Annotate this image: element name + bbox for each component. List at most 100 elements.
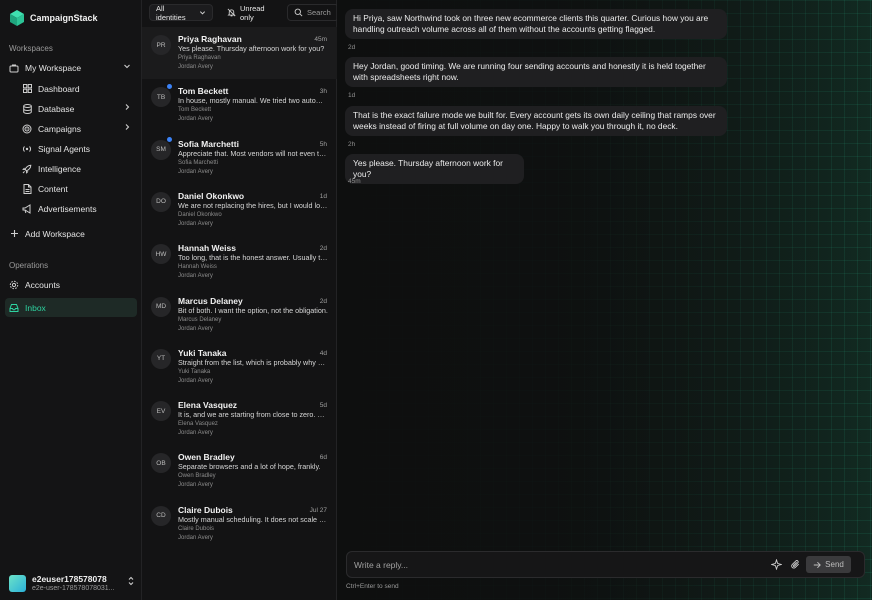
signal-icon [22, 144, 32, 154]
owner-label: Jordan Avery [178, 325, 213, 332]
sidebar-item-label: Database [38, 103, 75, 114]
target-icon [22, 124, 32, 134]
conversation-item[interactable]: DO Daniel Okonkwo 1d We are not replacing t… [142, 184, 337, 236]
message-preview: Separate browsers and a lot of hope, fra… [178, 462, 321, 472]
contact-avatar: DO [151, 191, 171, 212]
arrow-right-icon [813, 561, 822, 569]
identities-label: All identities [156, 3, 186, 22]
contact-label: Sofia Marchetti [178, 159, 219, 166]
chevron-down-icon [123, 62, 131, 70]
avatar [9, 574, 26, 592]
conversation-item[interactable]: MD Marcus Delaney 2d Bit of both. I want th… [142, 289, 337, 341]
message-bubble: Yes please. Thursday afternoon work for … [345, 154, 524, 184]
chevron-right-icon [123, 123, 131, 131]
app-name: CampaignStack [30, 13, 98, 23]
owner-label: Jordan Avery [178, 273, 213, 280]
plus-icon [9, 229, 19, 239]
search-box[interactable]: Search [287, 4, 339, 21]
contact-name: Marcus Delaney [178, 295, 243, 306]
sidebar-item-database[interactable]: Database [18, 99, 136, 118]
filter-bar: All identities Unread only Search [142, 0, 339, 27]
unread-only-toggle[interactable]: Unread only [221, 3, 281, 22]
user-email: e2e-user-178578078031... [32, 584, 115, 592]
contact-avatar: HW [151, 244, 171, 265]
sidebar-item-signal-agents[interactable]: Signal Agents [18, 139, 136, 158]
conversation-item[interactable]: YT Yuki Tanaka 4d Straight from the list, w… [142, 341, 337, 393]
contact-name: Claire Dubois [178, 504, 233, 515]
contact-label: Yuki Tanaka [178, 368, 211, 375]
sidebar-item-label: Advertisements [38, 203, 97, 214]
contact-name: Elena Vasquez [178, 400, 238, 411]
conversation-item[interactable]: SM Sofia Marchetti 5h Appreciate that. Most… [142, 132, 337, 184]
grid-icon [22, 84, 32, 94]
chat-pane: Hi Priya, saw Northwind took on three ne… [337, 0, 872, 600]
send-button[interactable]: Send [806, 556, 851, 573]
contact-avatar: PR [151, 35, 171, 55]
sidebar-item-dashboard[interactable]: Dashboard [18, 79, 136, 98]
sidebar-item-label: Dashboard [38, 83, 80, 94]
conversation-time: 2d [319, 245, 327, 253]
send-shortcut-hint: Ctrl+Enter to send [346, 583, 399, 590]
sidebar-item-accounts[interactable]: Accounts [5, 275, 137, 294]
sidebar-item-label: Intelligence [38, 163, 82, 174]
sidebar-item-campaigns[interactable]: Campaigns [18, 119, 136, 138]
sidebar-item-advertisements[interactable]: Advertisements [18, 199, 136, 218]
user-menu[interactable]: e2euser178578078 e2e-user-178578078031..… [9, 572, 135, 594]
brand[interactable]: CampaignStack [10, 9, 98, 27]
conversation-item[interactable]: TB Tom Beckett 3h In house, mostly manual. … [142, 79, 337, 131]
paperclip-icon[interactable] [790, 559, 802, 571]
sparkle-icon[interactable] [771, 559, 783, 571]
message-preview: Appreciate that. Most vendors will not e… [178, 148, 328, 158]
database-icon [22, 103, 32, 114]
chevron-down-icon [199, 9, 206, 16]
sidebar-item-label: Inbox [25, 302, 46, 313]
contact-label: Daniel Okonkwo [178, 211, 222, 218]
sidebar-item-label: Accounts [25, 279, 60, 290]
message-preview: In house, mostly manual. We tried two au… [178, 96, 328, 106]
megaphone-icon [22, 203, 32, 214]
sidebar-item-inbox[interactable]: Inbox [5, 298, 137, 317]
conversation-item[interactable]: EV Elena Vasquez 5d It is, and we are start… [142, 393, 337, 445]
unread-indicator [167, 84, 172, 90]
owner-label: Jordan Avery [178, 64, 213, 70]
unread-only-label: Unread only [240, 3, 265, 22]
message-preview: Mostly manual scheduling. It does not sc… [178, 514, 328, 524]
conversation-item[interactable]: HW Hannah Weiss 2d Too long, that is the ho… [142, 236, 337, 288]
identities-dropdown[interactable]: All identities [149, 3, 213, 22]
logo-icon [10, 10, 24, 26]
reply-composer: Send [346, 551, 865, 578]
contact-avatar: MD [151, 296, 171, 317]
conversation-time: 5d [319, 402, 327, 410]
conversation-item[interactable]: PR Priya Raghavan 45m Yes please. Thursday … [142, 27, 337, 79]
contact-label: Marcus Delaney [178, 316, 222, 323]
reply-input[interactable] [348, 553, 758, 576]
conversation-item[interactable]: OB Owen Bradley 6d Separate browsers and a … [142, 445, 337, 497]
message-bubble: That is the exact failure mode we built … [345, 106, 727, 136]
operations-label: Operations [9, 261, 49, 270]
add-workspace-button[interactable]: Add Workspace [5, 224, 137, 243]
send-label: Send [825, 560, 844, 569]
contact-name: Daniel Okonkwo [178, 190, 245, 201]
contact-label: Claire Dubois [178, 525, 215, 532]
rocket-icon [22, 164, 32, 174]
contact-name: Owen Bradley [178, 452, 235, 463]
conversation-item[interactable]: CD Claire Dubois Jul 27 Mostly manual sched… [142, 498, 337, 550]
contact-avatar: YT [151, 348, 171, 369]
conversation-time: Jul 27 [309, 506, 327, 514]
message-preview: It is, and we are starting from close to… [178, 410, 328, 420]
workspace-selector[interactable]: My Workspace [5, 58, 137, 77]
message-preview: Yes please. Thursday afternoon work for … [178, 44, 325, 53]
message-bubble: Hey Jordan, good timing. We are running … [345, 57, 727, 87]
workspace-name: My Workspace [25, 62, 82, 73]
contact-label: Elena Vasquez [178, 421, 218, 428]
conversation-list: All identities Unread only Search PR Priy… [142, 0, 339, 600]
contact-name: Priya Raghavan [178, 34, 242, 44]
contact-name: Sofia Marchetti [178, 138, 239, 149]
sidebar-item-intelligence[interactable]: Intelligence [18, 159, 136, 178]
message-preview: We are not replacing the hires, but I wo… [178, 200, 328, 210]
message-preview: Straight from the list, which is probabl… [178, 357, 328, 367]
chevron-updown-icon [127, 576, 135, 586]
owner-label: Jordan Avery [178, 482, 213, 489]
sidebar-item-content[interactable]: Content [18, 179, 136, 198]
owner-label: Jordan Avery [178, 168, 213, 175]
